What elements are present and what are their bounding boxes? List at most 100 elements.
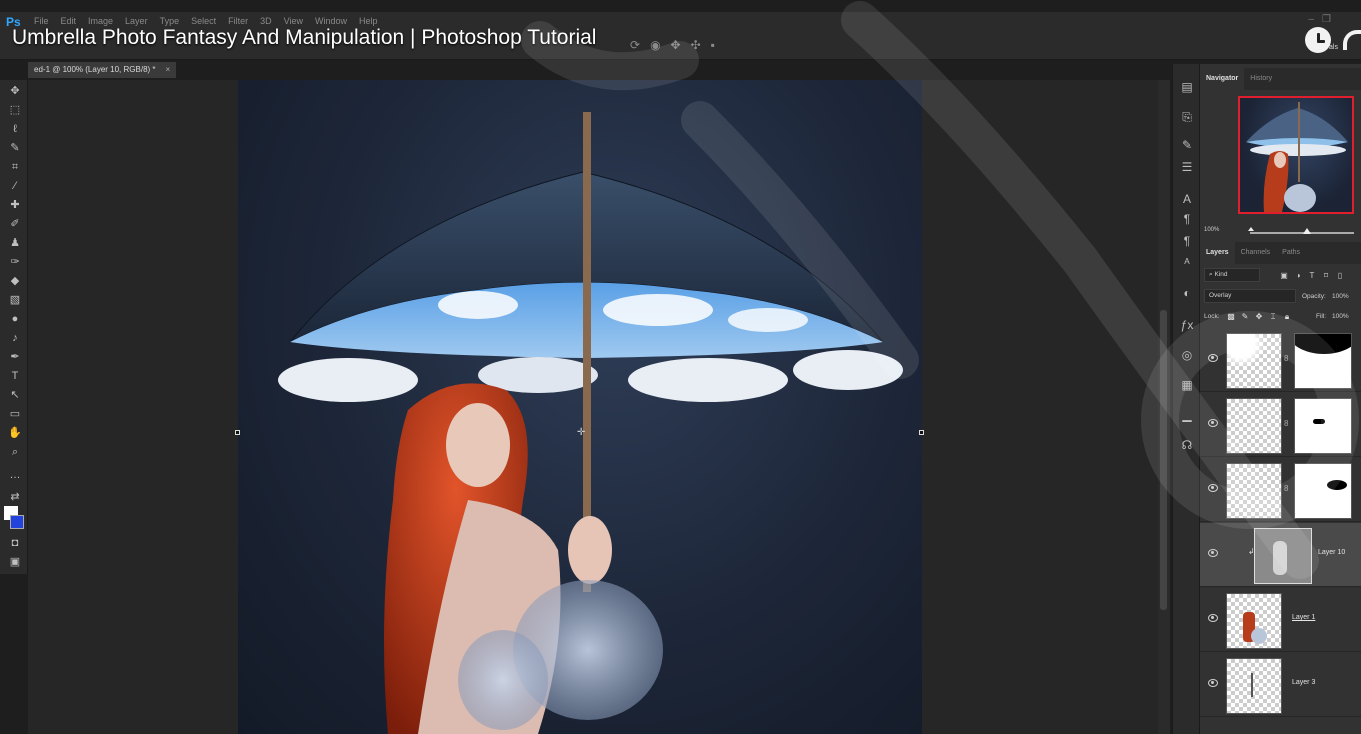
layer-row[interactable]: 8 bbox=[1200, 328, 1361, 392]
drag-3d-icon[interactable]: ✥ bbox=[671, 38, 681, 52]
navigator-zoom-value[interactable]: 100% bbox=[1204, 227, 1219, 233]
transform-center-crosshair-icon[interactable]: ✛ bbox=[577, 427, 585, 438]
type-tool-icon[interactable]: T bbox=[8, 369, 22, 383]
menu-help[interactable]: Help bbox=[359, 16, 378, 26]
mask-link-chain-icon[interactable]: 8 bbox=[1284, 354, 1288, 363]
navigator-zoom-slider[interactable] bbox=[1250, 232, 1354, 234]
mask-link-chain-icon[interactable]: 8 bbox=[1284, 419, 1288, 428]
gradient-tool-icon[interactable]: ▧ bbox=[8, 293, 22, 307]
tab-paths[interactable]: Paths bbox=[1276, 242, 1306, 264]
menu-select[interactable]: Select bbox=[191, 16, 216, 26]
menu-filter[interactable]: Filter bbox=[228, 16, 248, 26]
dodge-tool-icon[interactable]: ♪ bbox=[8, 331, 22, 345]
shape-tool-icon[interactable]: ▭ bbox=[8, 407, 22, 421]
layer-thumbnail[interactable] bbox=[1226, 333, 1282, 389]
mask-link-chain-icon[interactable]: 8 bbox=[1284, 484, 1288, 493]
shape-filter-icon[interactable]: ⌑ bbox=[1320, 268, 1332, 283]
character-panel-icon[interactable]: A bbox=[1180, 192, 1194, 206]
layer-name[interactable]: Layer 1 bbox=[1292, 614, 1315, 621]
crop-tool-icon[interactable]: ⌗ bbox=[8, 160, 22, 174]
fill-value[interactable]: 100% bbox=[1332, 309, 1349, 324]
measurement-panel-icon[interactable]: ⎘ bbox=[1180, 110, 1194, 124]
adjust-sliders-panel-icon[interactable]: ☰ bbox=[1180, 160, 1194, 174]
lock-pixels-brush-icon[interactable]: ✎ bbox=[1240, 309, 1250, 324]
lock-position-icon[interactable]: ✥ bbox=[1254, 309, 1264, 324]
layer-thumbnail[interactable] bbox=[1226, 658, 1282, 714]
blend-mode-dropdown[interactable]: Overlay bbox=[1204, 289, 1296, 303]
menu-view[interactable]: View bbox=[284, 16, 303, 26]
layer-mask-thumbnail[interactable] bbox=[1294, 398, 1352, 454]
history-brush-tool-icon[interactable]: ✑ bbox=[8, 255, 22, 269]
adjustment-filter-icon[interactable]: ◑ bbox=[1292, 268, 1304, 283]
quick-select-tool-icon[interactable]: ✎ bbox=[8, 141, 22, 155]
swap-colors-icon[interactable]: ⇄ bbox=[8, 490, 22, 504]
layer-row-selected[interactable]: ↲ Layer 10 bbox=[1200, 523, 1361, 587]
layer-row[interactable]: 8 bbox=[1200, 393, 1361, 457]
navigator-preview[interactable] bbox=[1238, 96, 1354, 214]
menu-image[interactable]: Image bbox=[88, 16, 113, 26]
visibility-eye-icon[interactable] bbox=[1208, 484, 1218, 492]
path-select-tool-icon[interactable]: ↖ bbox=[8, 388, 22, 402]
watch-later-clock-icon[interactable] bbox=[1305, 27, 1331, 53]
layer-mask-thumbnail[interactable] bbox=[1294, 333, 1352, 389]
blur-tool-icon[interactable]: ● bbox=[8, 312, 22, 326]
tab-layers[interactable]: Layers bbox=[1200, 242, 1235, 264]
background-color-swatch[interactable] bbox=[10, 515, 24, 529]
transform-handle-right[interactable] bbox=[919, 430, 924, 435]
document-canvas[interactable] bbox=[238, 80, 922, 734]
layer-thumbnail[interactable] bbox=[1226, 593, 1282, 649]
healing-brush-tool-icon[interactable]: ✚ bbox=[8, 198, 22, 212]
layer-mask-thumbnail[interactable] bbox=[1294, 463, 1352, 519]
clone-stamp-tool-icon[interactable]: ♟ bbox=[8, 236, 22, 250]
menu-layer[interactable]: Layer bbox=[125, 16, 148, 26]
scrollbar-thumb[interactable] bbox=[1160, 310, 1167, 610]
minimize-icon[interactable]: – bbox=[1308, 14, 1314, 25]
layer-row[interactable]: 8 bbox=[1200, 458, 1361, 522]
type-filter-icon[interactable]: T bbox=[1306, 268, 1318, 283]
marquee-tool-icon[interactable]: ⬚ bbox=[8, 103, 22, 117]
swatches-panel-icon[interactable]: ◎ bbox=[1180, 348, 1194, 362]
tab-history[interactable]: History bbox=[1244, 68, 1278, 90]
visibility-eye-icon[interactable] bbox=[1208, 419, 1218, 427]
pen-tool-icon[interactable]: ✒ bbox=[8, 350, 22, 364]
close-tab-icon[interactable]: × bbox=[166, 62, 171, 78]
opacity-value[interactable]: 100% bbox=[1332, 289, 1349, 304]
move-tool-icon[interactable]: ✥ bbox=[8, 84, 22, 98]
visibility-eye-icon[interactable] bbox=[1208, 549, 1218, 557]
transform-handle-left[interactable] bbox=[235, 430, 240, 435]
more-tools-icon[interactable]: … bbox=[8, 468, 22, 482]
brush-tool-icon[interactable]: ✐ bbox=[8, 217, 22, 231]
paragraph-panel-icon[interactable]: ¶ bbox=[1180, 212, 1194, 226]
tool-presets-panel-icon[interactable]: ✎ bbox=[1180, 138, 1194, 152]
eraser-tool-icon[interactable]: ◆ bbox=[8, 274, 22, 288]
zoom-out-mountain-icon[interactable] bbox=[1248, 227, 1254, 231]
camera-3d-icon[interactable]: ▪ bbox=[711, 38, 715, 52]
menu-type[interactable]: Type bbox=[160, 16, 180, 26]
paragraph-styles-panel-icon[interactable]: ¶ bbox=[1180, 234, 1194, 248]
lock-artboard-icon[interactable]: ⌶ bbox=[1268, 309, 1278, 324]
zoom-slider-knob[interactable] bbox=[1303, 228, 1312, 234]
layer-thumbnail[interactable] bbox=[1226, 463, 1282, 519]
color-panel-icon[interactable]: ◐ bbox=[1180, 286, 1194, 300]
layer-row[interactable]: Layer 1 bbox=[1200, 588, 1361, 652]
rotate-3d-icon[interactable]: ⟳ bbox=[630, 38, 640, 52]
layer-name[interactable]: Layer 3 bbox=[1292, 679, 1315, 686]
hand-tool-icon[interactable]: ✋ bbox=[8, 426, 22, 440]
filter-kind-dropdown[interactable]: ⌕ Kind bbox=[1204, 268, 1260, 282]
quick-mask-icon[interactable]: ◘ bbox=[8, 536, 22, 550]
visibility-eye-icon[interactable] bbox=[1208, 614, 1218, 622]
lock-transparent-icon[interactable]: ▩ bbox=[1226, 309, 1236, 324]
layer-row[interactable]: Layer 3 bbox=[1200, 653, 1361, 717]
layer-name[interactable]: Layer 10 bbox=[1318, 549, 1345, 556]
eyedropper-tool-icon[interactable]: ⁄ bbox=[8, 179, 22, 193]
grid-panel-icon[interactable]: ▦ bbox=[1180, 378, 1194, 392]
visibility-eye-icon[interactable] bbox=[1208, 354, 1218, 362]
layer-thumbnail[interactable] bbox=[1226, 398, 1282, 454]
slide-3d-icon[interactable]: ✣ bbox=[691, 38, 701, 52]
menu-3d[interactable]: 3D bbox=[260, 16, 272, 26]
libraries-panel-icon[interactable]: ☊ bbox=[1180, 438, 1194, 452]
document-tab[interactable]: ed-1 @ 100% (Layer 10, RGB/8) * × bbox=[28, 62, 177, 78]
properties-panel-icon[interactable]: ▤ bbox=[1180, 80, 1194, 94]
menu-window[interactable]: Window bbox=[315, 16, 347, 26]
orbit-3d-icon[interactable]: ◉ bbox=[650, 38, 660, 52]
